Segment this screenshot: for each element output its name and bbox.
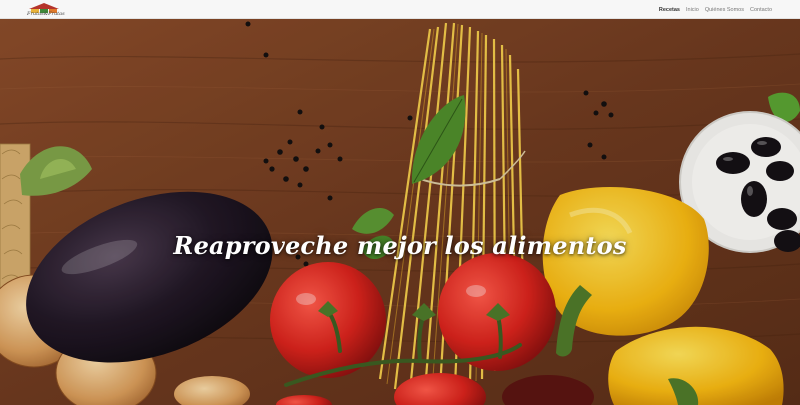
main-nav: Recetas Inicio Quiénes Somos Contacto xyxy=(659,0,772,19)
brand-logo[interactable]: Frutas&Frutas xyxy=(27,1,65,18)
brand-name: Frutas&Frutas xyxy=(27,11,65,17)
hero-section: Reaproveche mejor los alimentos xyxy=(0,19,800,405)
nav-item-contacto[interactable]: Contacto xyxy=(750,7,772,13)
nav-item-inicio[interactable]: Inicio xyxy=(686,7,699,13)
nav-item-quienes-somos[interactable]: Quiénes Somos xyxy=(705,7,744,13)
navbar: Frutas&Frutas Recetas Inicio Quiénes Som… xyxy=(0,0,800,19)
hero-title: Reaproveche mejor los alimentos xyxy=(173,231,627,261)
nav-item-recetas[interactable]: Recetas xyxy=(659,7,680,13)
hero-background-image xyxy=(0,19,800,405)
